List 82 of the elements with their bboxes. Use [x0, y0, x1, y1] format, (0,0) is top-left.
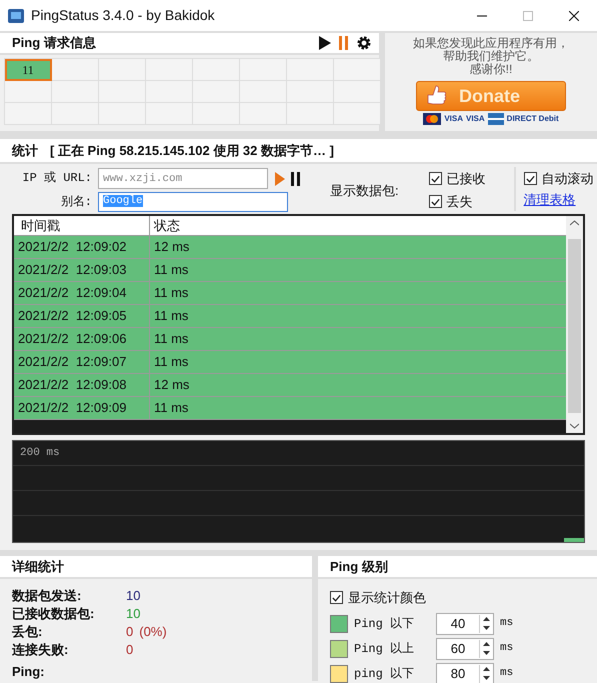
ping-status-text: [ 正在 Ping 58.215.145.102 使用 32 数据字节… ]	[50, 142, 334, 160]
table-cell: 2021/2/2 12:09:05	[14, 305, 150, 327]
table-cell-text: 12 ms	[153, 238, 190, 256]
stat-label: 连接失败:	[12, 641, 70, 660]
checkbox-label: 自动滚动	[542, 170, 594, 188]
table-cell: 2021/2/2 12:09:03	[14, 259, 150, 281]
payment-logo: DIRECT Debit	[506, 113, 559, 125]
checkbox[interactable]	[330, 591, 343, 604]
panel-title: Ping 请求信息	[12, 34, 96, 52]
scroll-down-icon[interactable]	[570, 423, 579, 429]
number-spinner[interactable]: 80	[436, 662, 494, 683]
column-header: 状态	[152, 216, 180, 235]
table-cell: 2021/2/2 12:09:06	[14, 328, 150, 350]
stat-value: 0	[126, 623, 134, 642]
number-spinner[interactable]: 60	[436, 638, 494, 660]
scroll-up-icon[interactable]	[570, 220, 579, 226]
checkbox-label: 丢失	[446, 192, 473, 211]
payment-logo: VISA	[444, 113, 463, 125]
play-icon[interactable]	[319, 36, 331, 50]
field-label: IP 或 URL:	[22, 171, 92, 185]
graph-bar	[564, 538, 584, 542]
grid-cell: 11	[5, 59, 52, 81]
grid-cell	[52, 81, 99, 103]
url-input-field[interactable]: www.xzji.com	[98, 168, 268, 189]
stat-label: 数据包发送:	[12, 587, 82, 606]
window-title: PingStatus 3.4.0 - by Bakidok	[31, 6, 215, 25]
card-logo-icon	[488, 113, 504, 125]
stat-label: 已接收数据包:	[12, 605, 96, 624]
stat-percent: (0%)	[139, 623, 167, 642]
table-cell: 2021/2/2 12:09:09	[14, 397, 150, 419]
spin-up-icon[interactable]	[483, 642, 490, 646]
table-cell-text: 11 ms	[153, 261, 188, 280]
color-swatch[interactable]	[330, 640, 348, 658]
number-spinner[interactable]: 40	[436, 612, 494, 634]
card-logo-icon	[423, 113, 442, 125]
table-cell-text: 11 ms	[153, 284, 188, 302]
unit-label: ms	[500, 616, 514, 632]
unit-label: ms	[500, 641, 514, 656]
stat-label: 丢包:	[12, 623, 44, 642]
section-title: Ping 级别	[330, 558, 388, 576]
table-cell: 2021/2/2 12:09:04	[14, 282, 150, 304]
section-title: 统计	[12, 142, 38, 160]
checkbox[interactable]	[524, 172, 537, 185]
settings-icon[interactable]	[357, 36, 371, 50]
checkbox[interactable]	[428, 195, 442, 208]
table-cell: 2021/2/2 12:09:08	[14, 374, 150, 396]
table-cell-text: 11 ms	[153, 330, 188, 348]
level-label: Ping 以下	[354, 616, 416, 632]
column-header: 时间戳	[14, 216, 150, 235]
field-label: 别名:	[60, 195, 92, 209]
app-icon	[8, 8, 24, 22]
spin-down-icon[interactable]	[483, 676, 490, 680]
packets-label: 显示数据包:	[330, 182, 399, 200]
color-swatch[interactable]	[330, 664, 348, 682]
color-swatch[interactable]	[330, 614, 348, 632]
checkbox-label: 显示统计颜色	[348, 588, 426, 607]
clear-table-link[interactable]: 清理表格	[524, 190, 594, 210]
section-title: 详细统计	[12, 558, 64, 576]
spin-up-icon[interactable]	[483, 667, 490, 671]
table-cell: 2021/2/2 12:09:02	[14, 236, 150, 258]
scrollbar-thumb[interactable]	[568, 239, 581, 413]
stat-value: 10	[126, 587, 140, 606]
table-cell-text: 11 ms	[153, 307, 188, 326]
checkbox-label: 已接收	[446, 170, 486, 188]
checkbox[interactable]	[428, 172, 442, 185]
spin-down-icon[interactable]	[483, 651, 490, 655]
table-cell-text: 11 ms	[153, 353, 188, 372]
stat-label: Ping:	[12, 663, 46, 682]
stat-value: 0	[126, 641, 134, 660]
graph-label: 200 ms	[20, 446, 60, 461]
table-cell: 2021/2/2 12:09:07	[14, 351, 150, 373]
stat-value: 10	[126, 605, 140, 624]
unit-label: ms	[500, 666, 514, 682]
payment-logo: VISA	[466, 113, 485, 125]
level-label: Ping 以上	[354, 640, 416, 658]
table-cell-text: 12 ms	[153, 376, 190, 394]
pause-icon[interactable]	[291, 172, 300, 186]
level-label: ping 以下	[354, 666, 416, 682]
spin-up-icon[interactable]	[483, 617, 490, 621]
table-cell-text: 11 ms	[153, 399, 188, 418]
spin-down-icon[interactable]	[483, 626, 490, 630]
donation-message: 如果您发现此应用程序有用， 帮助我们维护它。 感谢你!!	[413, 37, 569, 76]
